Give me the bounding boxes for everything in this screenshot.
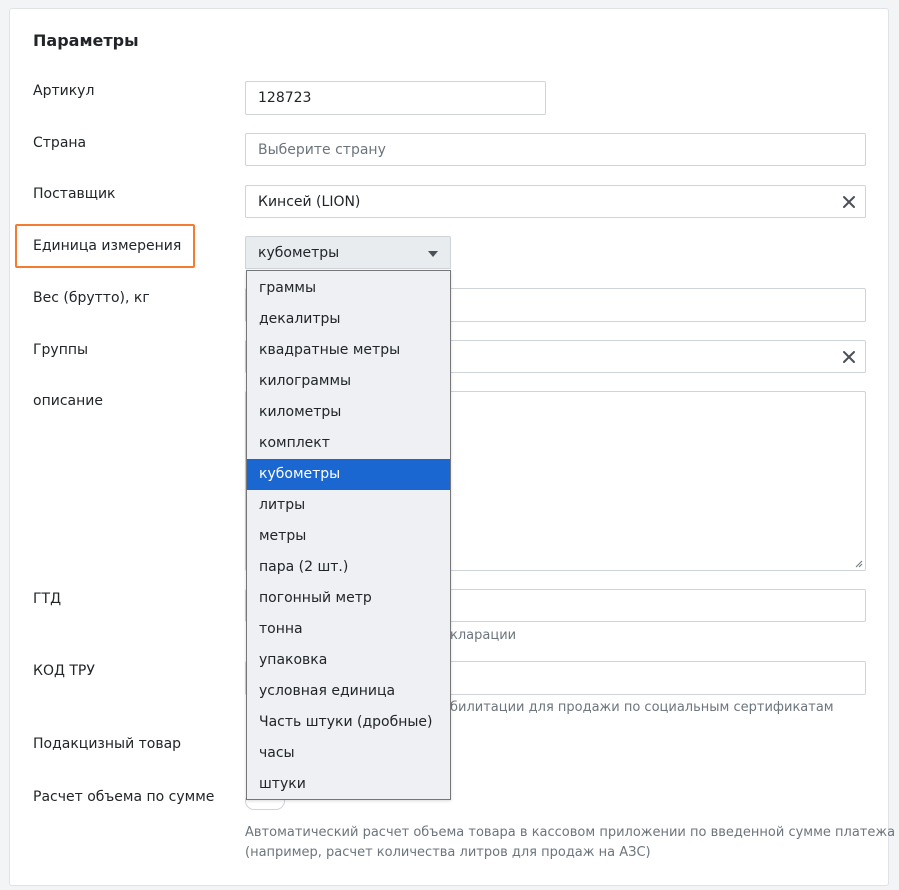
resize-handle-icon[interactable] [855, 560, 863, 568]
unit-option[interactable]: Часть штуки (дробные) [247, 707, 450, 738]
gtd-hint: кларации [450, 628, 517, 643]
unit-label: Единица измерения [33, 238, 182, 254]
excise-label: Подакцизный товар [33, 736, 182, 752]
tru-hint: билитации для продажи по социальным серт… [450, 700, 834, 715]
unit-option[interactable]: часы [247, 738, 450, 769]
groups-label: Группы [33, 342, 89, 358]
volume-by-sum-label: Расчет объема по сумме [33, 789, 215, 805]
unit-option[interactable]: кубометры [247, 459, 450, 490]
unit-select[interactable]: кубометры [245, 236, 451, 269]
unit-option[interactable]: тонна [247, 614, 450, 645]
unit-option[interactable]: штуки [247, 769, 450, 800]
article-value: 128723 [258, 90, 312, 106]
country-select[interactable]: Выберите страну [245, 133, 866, 166]
supplier-label: Поставщик [33, 186, 116, 202]
unit-option[interactable]: погонный метр [247, 583, 450, 614]
unit-option[interactable]: упаковка [247, 645, 450, 676]
unit-option[interactable]: литры [247, 490, 450, 521]
supplier-select[interactable]: Кинсей (LION) [245, 185, 866, 218]
unit-option[interactable]: условная единица [247, 676, 450, 707]
supplier-value: Кинсей (LION) [258, 193, 361, 210]
unit-option[interactable]: килограммы [247, 366, 450, 397]
unit-option[interactable]: километры [247, 397, 450, 428]
unit-option[interactable]: комплект [247, 428, 450, 459]
unit-dropdown-list[interactable]: граммы декалитры квадратные метры килограмм… [246, 270, 451, 800]
section-title: Параметры [33, 31, 139, 50]
unit-option[interactable]: граммы [247, 273, 450, 304]
weight-label: Вес (брутто), кг [33, 290, 150, 306]
country-label: Страна [33, 135, 87, 151]
article-label: Артикул [33, 83, 95, 99]
clear-groups-icon[interactable] [842, 350, 856, 364]
article-input[interactable]: 128723 [245, 81, 546, 115]
chevron-down-icon [428, 251, 438, 257]
description-label: описание [33, 393, 103, 409]
tru-label: КОД ТРУ [33, 663, 95, 679]
volume-hint-line2: (например, расчет количества литров для … [245, 845, 651, 860]
clear-supplier-icon[interactable] [842, 195, 856, 209]
unit-value: кубометры [258, 244, 340, 261]
unit-option[interactable]: квадратные метры [247, 335, 450, 366]
country-placeholder: Выберите страну [258, 141, 386, 158]
unit-option[interactable]: декалитры [247, 304, 450, 335]
unit-option[interactable]: пара (2 шт.) [247, 552, 450, 583]
unit-option[interactable]: метры [247, 521, 450, 552]
gtd-label: ГТД [33, 591, 62, 607]
volume-hint-line1: Автоматический расчет объема товара в ка… [245, 825, 896, 840]
